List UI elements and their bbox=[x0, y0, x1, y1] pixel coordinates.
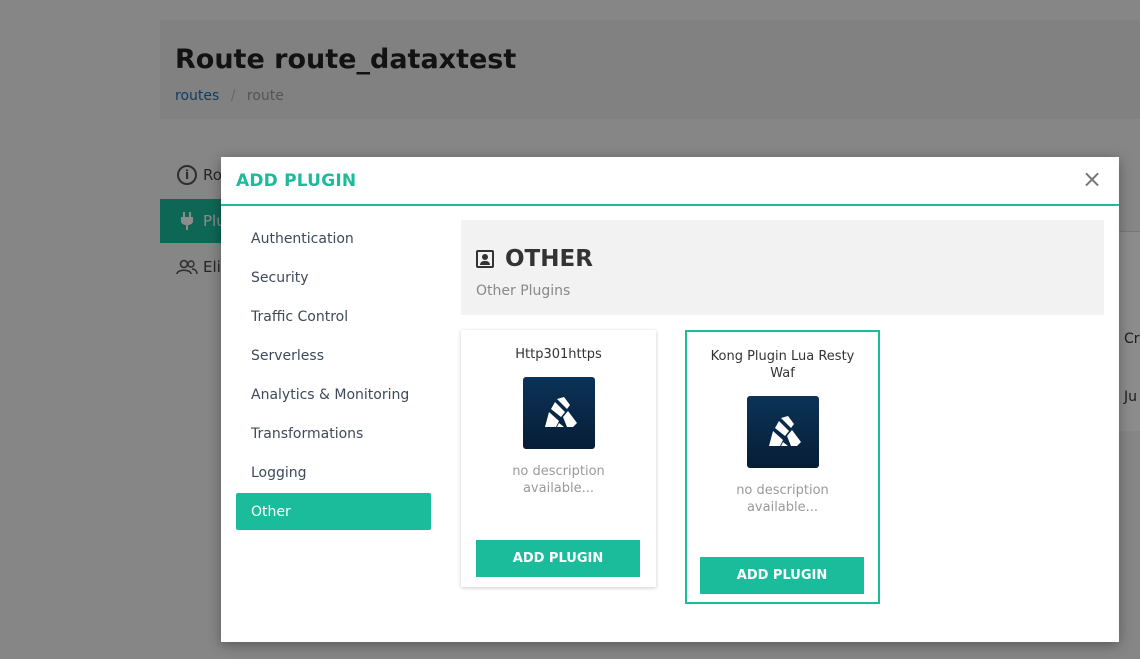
category-description: Other Plugins bbox=[476, 283, 571, 299]
category-title: OTHER bbox=[505, 246, 593, 272]
category-analytics-monitoring[interactable]: Analytics & Monitoring bbox=[236, 376, 431, 413]
modal-header: ADD PLUGIN × bbox=[221, 157, 1119, 206]
kong-logo-icon bbox=[746, 396, 819, 468]
category-logging[interactable]: Logging bbox=[236, 454, 431, 491]
category-other[interactable]: Other bbox=[236, 493, 431, 530]
category-transformations[interactable]: Transformations bbox=[236, 415, 431, 452]
category-serverless[interactable]: Serverless bbox=[236, 337, 431, 374]
category-traffic-control[interactable]: Traffic Control bbox=[236, 298, 431, 335]
contact-card-icon bbox=[476, 250, 494, 268]
category-banner: OTHER Other Plugins bbox=[461, 220, 1104, 315]
category-authentication[interactable]: Authentication bbox=[236, 220, 431, 257]
add-plugin-button[interactable]: ADD PLUGIN bbox=[700, 557, 864, 594]
add-plugin-button[interactable]: ADD PLUGIN bbox=[476, 540, 640, 577]
plugin-name: Http301https bbox=[515, 347, 602, 362]
plugin-card[interactable]: Http301https no description available...… bbox=[461, 330, 656, 587]
category-list: Authentication Security Traffic Control … bbox=[236, 220, 431, 532]
plugin-name: Kong Plugin Lua Resty Waf bbox=[710, 349, 855, 381]
add-plugin-modal: ADD PLUGIN × Authentication Security Tra… bbox=[221, 157, 1119, 642]
plugin-card[interactable]: Kong Plugin Lua Resty Waf no description… bbox=[685, 330, 880, 604]
plugin-description: no description available... bbox=[736, 483, 829, 515]
kong-logo-icon bbox=[522, 377, 595, 449]
plugin-content: OTHER Other Plugins Http301https no desc… bbox=[461, 220, 1104, 604]
category-security[interactable]: Security bbox=[236, 259, 431, 296]
category-heading: OTHER bbox=[476, 246, 593, 272]
modal-title: ADD PLUGIN bbox=[236, 171, 357, 191]
close-icon[interactable]: × bbox=[1079, 166, 1105, 192]
plugin-description: no description available... bbox=[512, 464, 605, 496]
